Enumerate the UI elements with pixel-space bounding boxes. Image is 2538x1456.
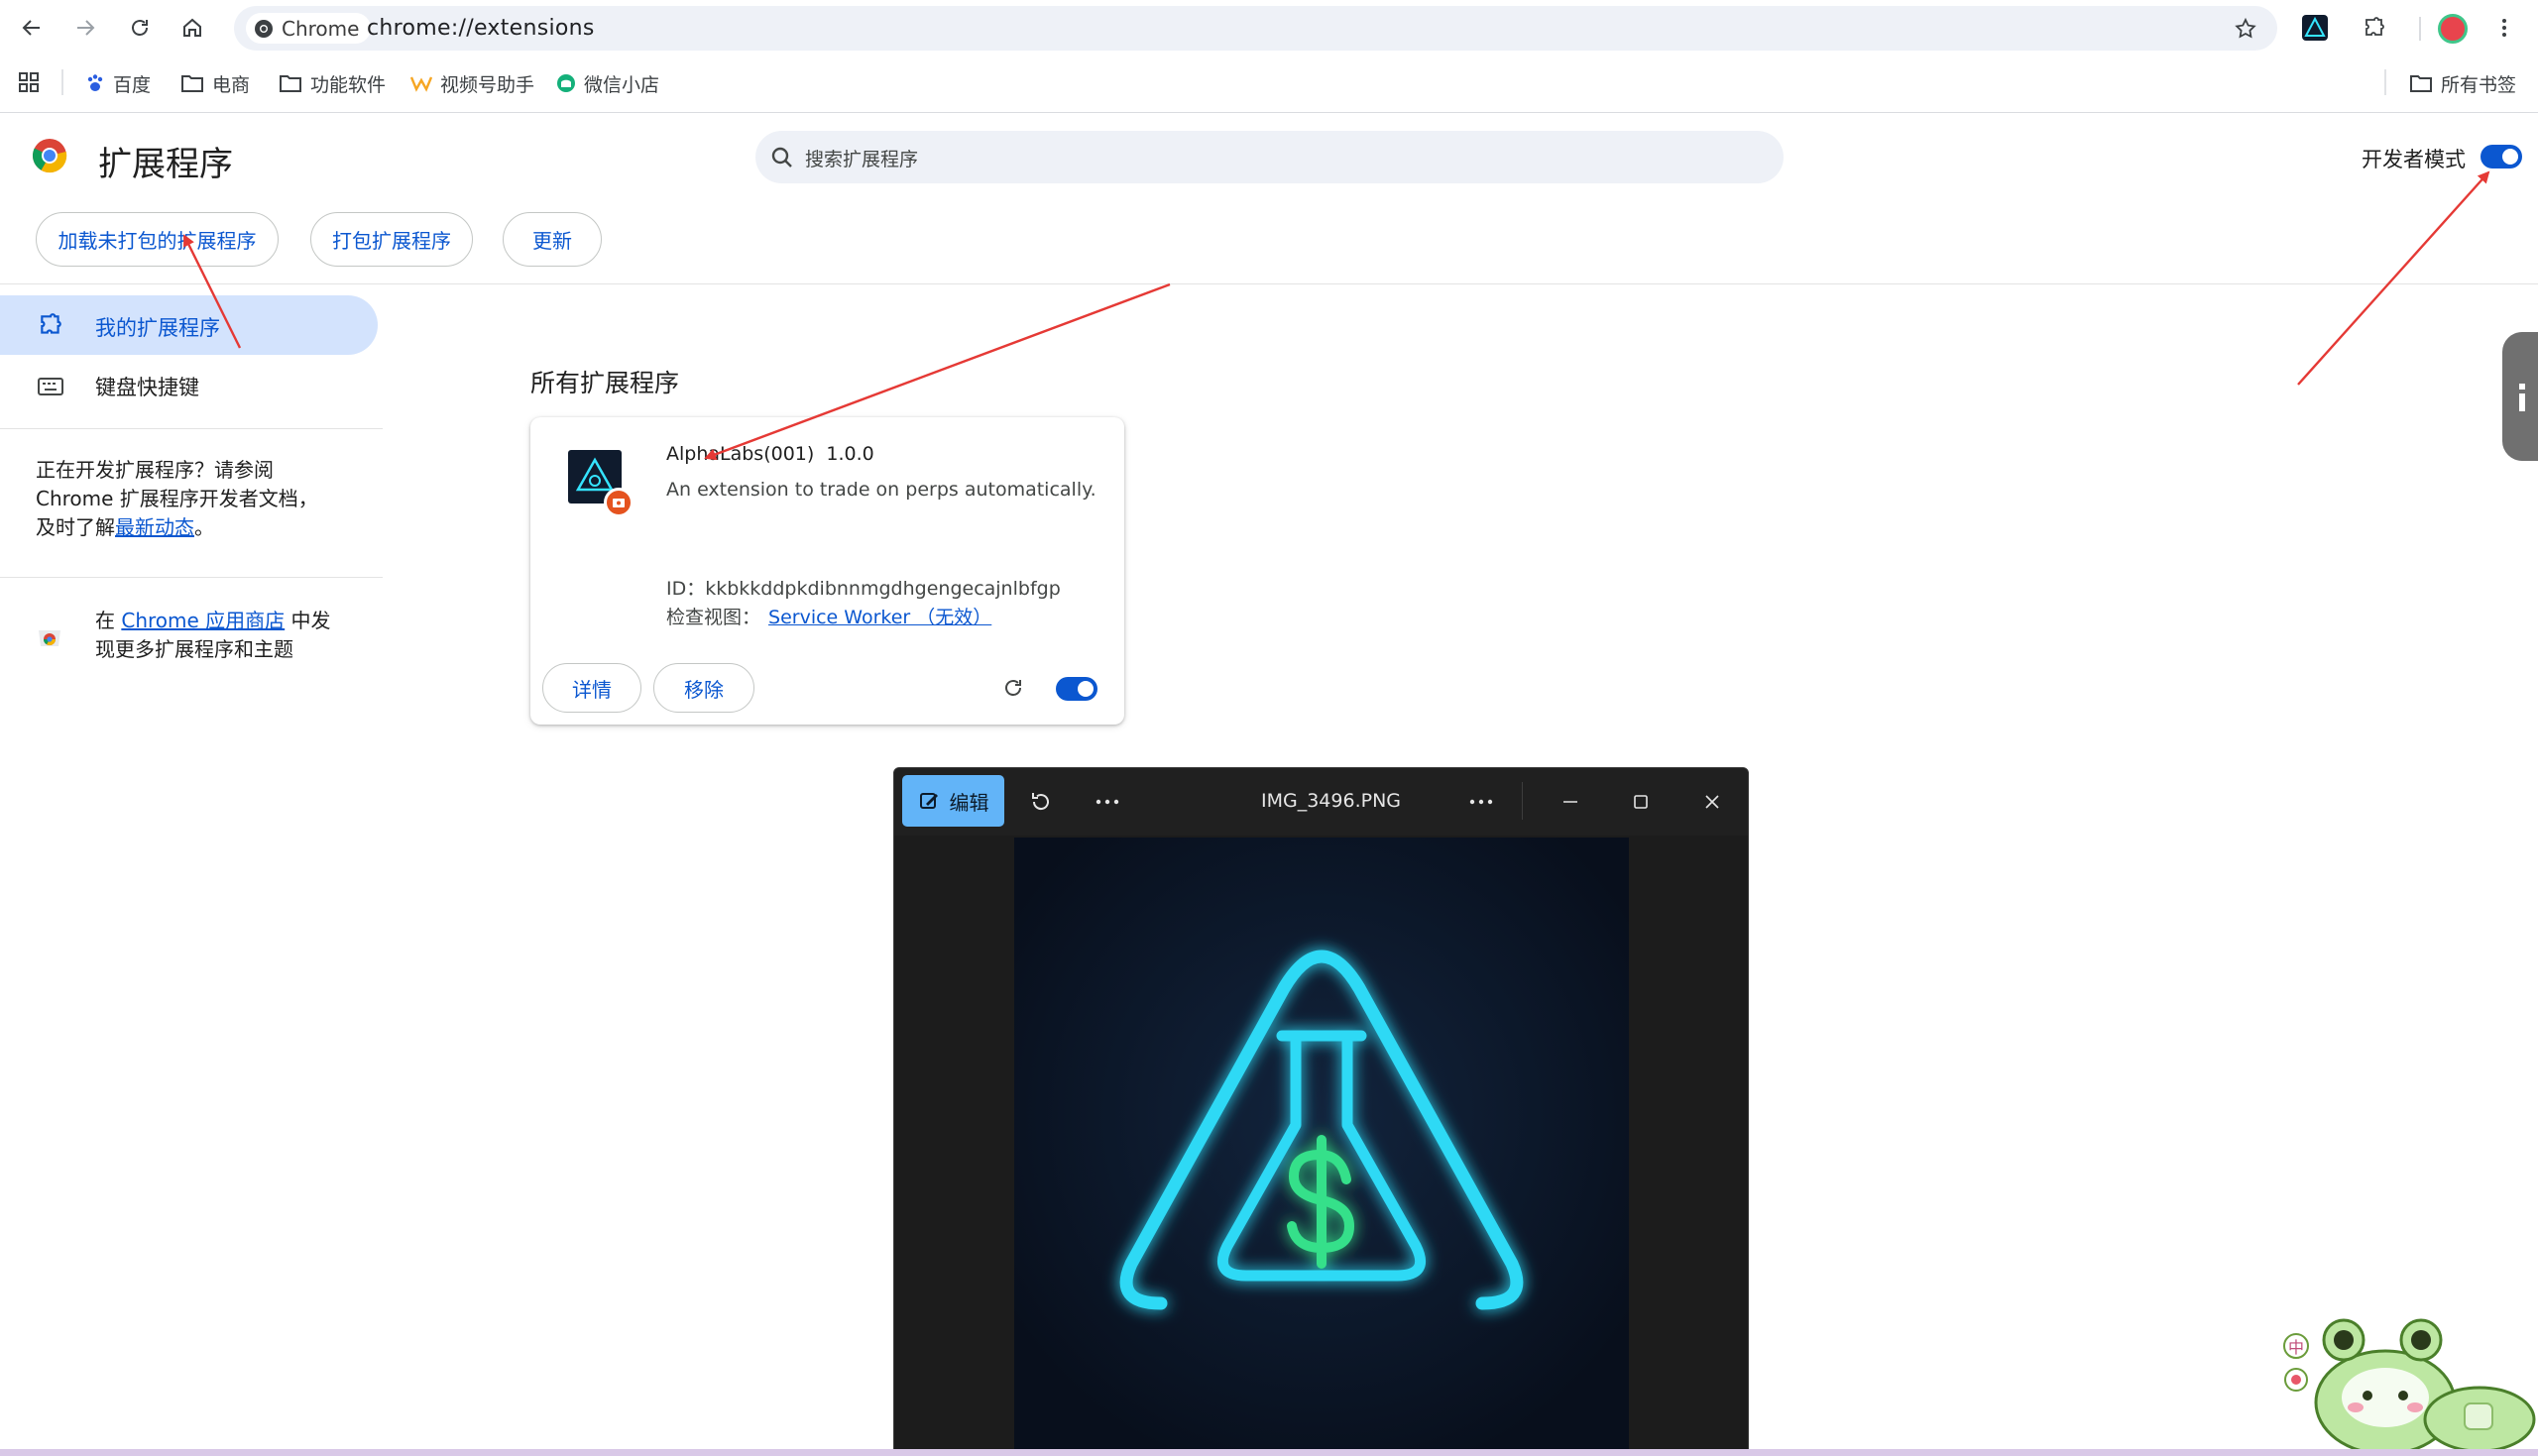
viewer-title-separator (1522, 782, 1523, 820)
svg-text:中: 中 (2288, 1338, 2304, 1357)
viewer-rotate-button[interactable] (1026, 787, 1056, 817)
viewer-image (1014, 838, 1629, 1455)
viewer-file-name: IMG_3496.PNG (1261, 790, 1402, 812)
viewer-edit-button[interactable]: 编辑 (902, 775, 1004, 827)
rotate-icon (1032, 793, 1049, 811)
viewer-close-button[interactable] (1697, 787, 1727, 817)
viewer-title-bar: 编辑 IMG_3496.PNG (894, 768, 1748, 836)
edit-image-icon (919, 793, 938, 809)
screen: Chrome chrome://extensions 百度 电商 功能软件 视频… (0, 0, 2538, 1456)
more-horizontal-icon (1469, 799, 1493, 805)
close-icon (1705, 795, 1719, 809)
alphalabs-logo-image (1014, 838, 1629, 1455)
more-horizontal-icon (1096, 799, 1119, 805)
photo-viewer-window: 编辑 IMG_3496.PNG (893, 767, 1749, 1456)
viewer-edit-label: 编辑 (949, 790, 989, 815)
maximize-icon (1634, 795, 1648, 809)
arrow-to-load-unpacked (182, 234, 242, 349)
taskbar-edge (0, 1449, 2538, 1456)
frog-ime-sticker: 中 (2283, 1318, 2536, 1455)
info-icon (2519, 384, 2525, 411)
viewer-minimize-button[interactable] (1556, 787, 1585, 817)
side-panel-tab[interactable] (2502, 332, 2538, 461)
viewer-maximize-button[interactable] (1626, 787, 1656, 817)
viewer-more-options-button[interactable] (1466, 787, 1496, 817)
arrow-to-developer-mode (2297, 170, 2490, 386)
arrow-to-extension-card (704, 282, 1171, 461)
viewer-more-tools-button[interactable] (1093, 787, 1122, 817)
minimize-icon (1563, 801, 1577, 803)
